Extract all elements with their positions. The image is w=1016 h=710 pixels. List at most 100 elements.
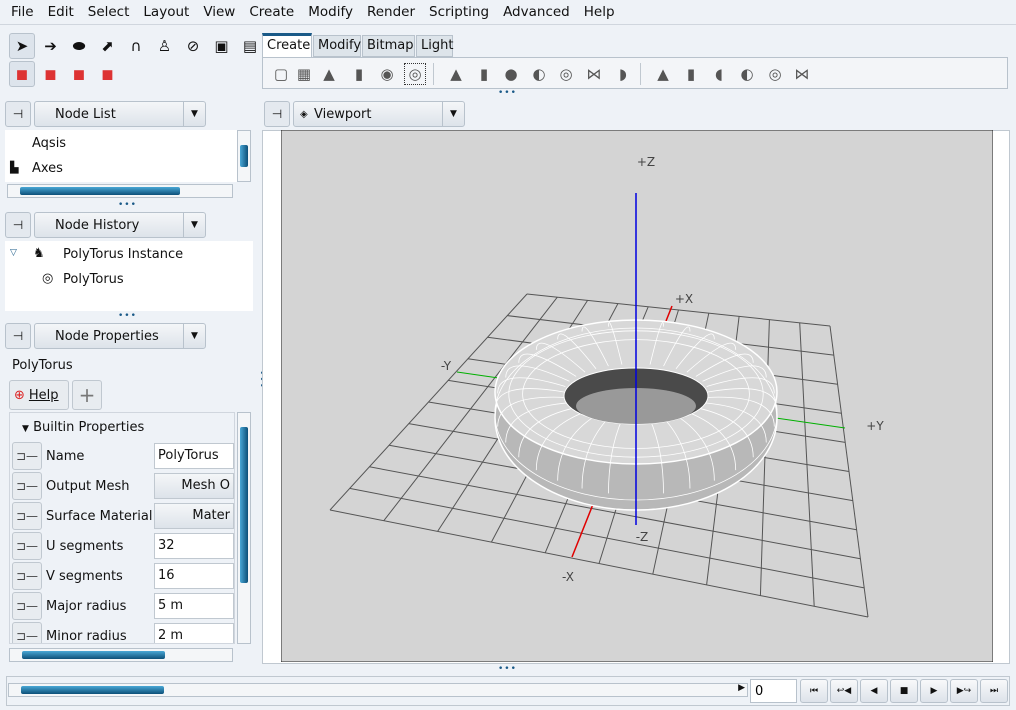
parent-icon[interactable]: ♙ [152,33,178,59]
node-list: Aqsis ▙ Axes [5,130,237,182]
frame-input[interactable] [750,679,797,703]
axis-label-ny: -Y [441,359,452,373]
poly-cone-icon[interactable]: ▲ [319,64,339,84]
select-faces-icon[interactable]: ◼ [95,61,121,87]
horizontal-scrollbar[interactable] [7,184,233,198]
tree-item[interactable]: PolyTorus Instance [63,247,183,262]
splitter-handle[interactable]: ••• [118,311,137,321]
select-points-icon[interactable]: ◼ [38,61,64,87]
menu-file[interactable]: File [4,4,41,20]
add-property-button[interactable]: + [72,380,102,410]
poly-cube-icon[interactable]: ▢ [271,64,291,84]
horizontal-scrollbar[interactable] [9,648,233,662]
tab-light[interactable]: Light [416,35,453,57]
list-item[interactable]: Aqsis [32,136,66,151]
property-value[interactable]: 5 m [154,593,234,619]
render-animation-icon[interactable]: ▤ [237,33,263,59]
nurbs-hyperboloid-icon[interactable]: ⋈ [792,64,812,84]
nurbs-cone-icon[interactable]: ▲ [653,64,673,84]
menu-create[interactable]: Create [242,4,301,20]
menu-render[interactable]: Render [360,4,422,20]
menu-advanced[interactable]: Advanced [496,4,577,20]
poly-torus-icon[interactable]: ◎ [404,63,426,85]
quadric-sphere-icon[interactable]: ● [501,64,521,84]
splitter-handle[interactable]: ••• [118,200,137,210]
plug-connector-icon[interactable]: ⊐— [12,502,42,530]
expander-icon[interactable]: ▽ [10,248,17,258]
play-reverse-loop-icon[interactable]: ↩◀ [830,679,858,703]
tab-modify[interactable]: Modify [313,35,361,57]
pin-icon[interactable]: ⊣ [5,101,31,127]
snap-magnet-icon[interactable]: ∩ [123,33,149,59]
tab-bitmap[interactable]: Bitmap [362,35,415,57]
plug-connector-icon[interactable]: ⊐— [12,472,42,500]
property-value[interactable]: Mater [154,503,234,529]
first-frame-icon[interactable]: ⏮ [800,679,828,703]
rotate-icon[interactable]: ⬬ [66,33,92,59]
vertical-scrollbar[interactable] [237,130,251,182]
list-item[interactable]: Axes [32,161,63,176]
help-button[interactable]: ⊕ Help [9,380,69,410]
menu-help[interactable]: Help [577,4,622,20]
play-reverse-icon[interactable]: ◀ [860,679,888,703]
quadric-torus-icon[interactable]: ◎ [556,64,576,84]
3d-viewport[interactable]: +Z -Z +X -X -Y +Y [281,130,993,662]
nurbs-torus-icon[interactable]: ◎ [765,64,785,84]
splitter-handle[interactable]: ••• [498,664,517,674]
menu-scripting[interactable]: Scripting [422,4,496,20]
plug-connector-icon[interactable]: ⊐— [12,442,42,470]
plug-connector-icon[interactable]: ⊐— [12,532,42,560]
poly-grid-icon[interactable]: ▦ [294,64,314,84]
pin-icon[interactable]: ⊣ [5,323,31,349]
play-loop-icon[interactable]: ▶↪ [950,679,978,703]
panel-type-select[interactable]: Node History ▼ [34,212,206,238]
play-icon[interactable]: ▶ [920,679,948,703]
select-arrow-icon[interactable]: ➤ [9,33,35,59]
property-label: Major radius [46,598,127,614]
quadric-disk-icon[interactable]: ◐ [529,64,549,84]
poly-cylinder-icon[interactable]: ▮ [349,64,369,84]
quadric-cylinder-icon[interactable]: ▮ [474,64,494,84]
panel-type-select[interactable]: Node List ▼ [34,101,206,127]
render-frame-icon[interactable]: ▣ [209,33,235,59]
plug-connector-icon[interactable]: ⊐— [12,592,42,620]
scale-icon[interactable]: ⬈ [95,33,121,59]
tab-create[interactable]: Create [262,33,312,58]
plug-connector-icon[interactable]: ⊐— [12,562,42,590]
vertical-scrollbar[interactable] [237,412,251,644]
menu-view[interactable]: View [196,4,242,20]
select-edges-icon[interactable]: ◼ [66,61,92,87]
menu-edit[interactable]: Edit [41,4,81,20]
menu-layout[interactable]: Layout [136,4,196,20]
panel-type-select[interactable]: ◈ Viewport ▼ [293,101,465,127]
property-value[interactable]: 2 m [154,623,234,643]
property-value[interactable]: 32 [154,533,234,559]
unparent-icon[interactable]: ⊘ [180,33,206,59]
property-value[interactable]: 16 [154,563,234,589]
nurbs-disk-icon[interactable]: ◖ [709,64,729,84]
move-icon[interactable]: ➔ [38,33,64,59]
poly-sphere-icon[interactable]: ◉ [377,64,397,84]
splitter-handle[interactable]: ••• [498,88,517,98]
section-header[interactable]: ▼ Builtin Properties [22,420,144,435]
menu-select[interactable]: Select [81,4,137,20]
tree-item[interactable]: PolyTorus [63,272,124,287]
plug-connector-icon[interactable]: ⊐— [12,622,42,643]
quadric-paraboloid-icon[interactable]: ◗ [613,64,633,84]
menu-modify[interactable]: Modify [301,4,360,20]
property-value[interactable]: Mesh O [154,473,234,499]
time-slider[interactable]: ▶ [8,683,748,697]
select-nodes-icon[interactable]: ◼ [9,61,35,87]
property-value[interactable]: PolyTorus [154,443,234,469]
stop-icon[interactable]: ■ [890,679,918,703]
nurbs-sphere-icon[interactable]: ◐ [737,64,757,84]
property-label: Minor radius [46,628,127,644]
last-frame-icon[interactable]: ⏭ [980,679,1008,703]
nurbs-cylinder-icon[interactable]: ▮ [681,64,701,84]
quadric-cone-icon[interactable]: ▲ [446,64,466,84]
pin-icon[interactable]: ⊣ [5,212,31,238]
pin-icon[interactable]: ⊣ [264,101,290,127]
quadric-hyperboloid-icon[interactable]: ⋈ [584,64,604,84]
create-toolbar: ▢ ▦ ▲ ▮ ◉ ◎ ▲ ▮ ● ◐ ◎ ⋈ ◗ ▲ ▮ ◖ ◐ ◎ ⋈ [262,57,1008,89]
panel-type-select[interactable]: Node Properties ▼ [34,323,206,349]
